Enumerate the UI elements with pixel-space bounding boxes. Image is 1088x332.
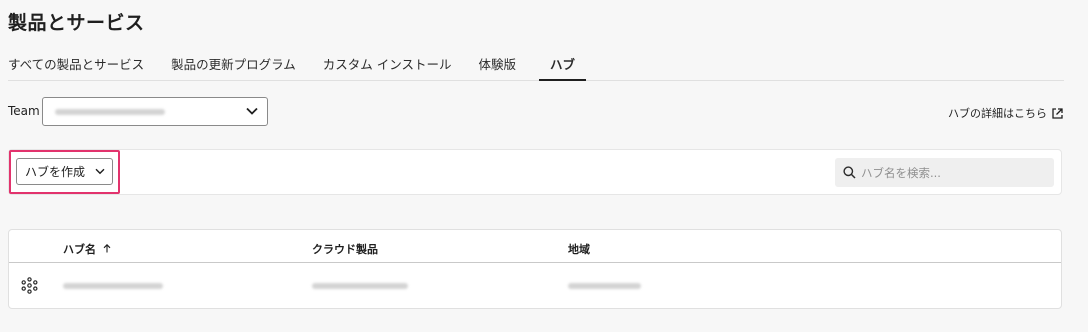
arrow-up-icon [103, 244, 111, 253]
external-link-icon [1052, 107, 1063, 119]
hub-icon [21, 277, 38, 294]
tab-product-updates[interactable]: 製品の更新プログラム [171, 46, 296, 79]
search-icon [843, 166, 856, 179]
column-hub-name[interactable]: ハブ名 [63, 241, 111, 257]
highlight-box [9, 150, 120, 194]
tab-bar: すべての製品とサービス 製品の更新プログラム カスタム インストール 体験版 ハ… [8, 46, 1064, 81]
team-value-redacted [55, 109, 165, 115]
tab-hubs[interactable]: ハブ [539, 46, 587, 81]
hub-details-link[interactable]: ハブの詳細はこちら [948, 105, 1064, 121]
chevron-down-icon [246, 107, 258, 115]
team-select[interactable] [42, 97, 268, 126]
tab-all-products[interactable]: すべての製品とサービス [8, 46, 144, 79]
region-redacted [568, 283, 641, 289]
table-header: ハブ名 クラウド製品 地域 [9, 230, 1061, 263]
column-hub-name-label: ハブ名 [63, 243, 96, 256]
column-region[interactable]: 地域 [568, 241, 590, 257]
page-title: 製品とサービス [8, 12, 145, 34]
search-placeholder: ハブ名を検索... [861, 165, 941, 180]
hubs-table: ハブ名 クラウド製品 地域 [8, 229, 1062, 309]
tab-trials[interactable]: 体験版 [479, 46, 517, 79]
team-label: Team [8, 104, 40, 118]
hub-name-redacted [63, 283, 163, 289]
column-cloud-product[interactable]: クラウド製品 [312, 241, 378, 257]
cloud-product-redacted [312, 283, 408, 289]
search-input[interactable]: ハブ名を検索... [835, 158, 1054, 187]
tab-custom-install[interactable]: カスタム インストール [323, 46, 452, 79]
table-row[interactable] [9, 263, 1061, 309]
hub-details-link-label: ハブの詳細はこちら [948, 107, 1047, 120]
